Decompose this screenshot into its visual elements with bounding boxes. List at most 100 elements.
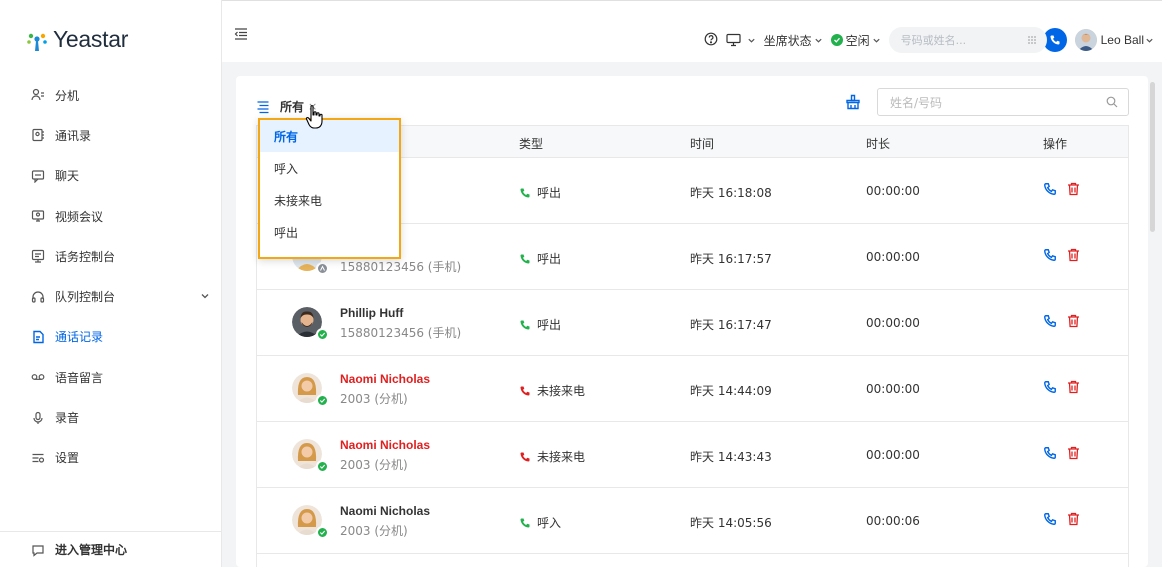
sidebar-item-extension[interactable]: 分机 <box>0 75 222 115</box>
call-type: 未接来电 <box>519 448 585 465</box>
sidebar-item-label: 录音 <box>55 411 80 426</box>
call-type-label: 呼出 <box>537 186 562 200</box>
table-row[interactable]: Phillip Huff 15880123456 (手机) 呼出 昨天 16:1… <box>257 290 1128 356</box>
clear-call-logs-icon[interactable] <box>843 92 863 112</box>
user-name: Leo Ball <box>1100 33 1144 47</box>
missed-call-icon <box>520 452 530 461</box>
filter-icon <box>256 100 270 114</box>
call-type: 呼出 <box>519 184 561 201</box>
delete-icon[interactable] <box>1067 446 1080 460</box>
brand-name: Yeastar <box>53 26 129 52</box>
delete-icon[interactable] <box>1067 182 1080 196</box>
user-avatar[interactable] <box>1074 29 1097 51</box>
chevron-down-icon <box>1145 36 1154 45</box>
call-log-icon <box>31 330 45 344</box>
available-status-icon <box>316 526 329 539</box>
sidebar-item-video-conference[interactable]: 视频会议 <box>0 196 222 236</box>
missed-call-icon <box>520 386 530 395</box>
call-back-icon[interactable] <box>1043 182 1057 196</box>
collapse-sidebar-icon[interactable] <box>234 28 248 43</box>
row-actions <box>1043 248 1090 262</box>
operator-panel-icon <box>31 249 45 263</box>
sidebar-item-operator-panel[interactable]: 话务控制台 <box>0 236 222 276</box>
row-actions <box>1043 512 1090 526</box>
chat-icon <box>31 169 45 183</box>
admin-portal-icon <box>31 543 45 557</box>
user-menu[interactable]: Leo Ball <box>1101 33 1154 47</box>
delete-icon[interactable] <box>1067 380 1080 394</box>
sidebar-item-label: 聊天 <box>55 169 80 184</box>
scrollbar[interactable] <box>1150 82 1155 232</box>
delete-icon[interactable] <box>1067 248 1080 262</box>
sidebar-item-label: 视频会议 <box>55 209 104 224</box>
sidebar-item-recordings[interactable]: 录音 <box>0 397 222 437</box>
delete-icon[interactable] <box>1067 314 1080 328</box>
table-row[interactable]: Naomi Nicholas 2003 (分机) 未接来电 昨天 14:44:0… <box>257 356 1128 422</box>
row-actions <box>1043 314 1090 328</box>
call-type: 呼入 <box>519 514 561 531</box>
top-bar-right: 坐席状态 空闲 号码或姓名... Leo Ball <box>696 27 1154 53</box>
filter-option-inbound[interactable]: 呼入 <box>260 152 399 184</box>
sidebar-item-queue-panel[interactable]: 队列控制台 <box>0 276 222 316</box>
outgoing-call-icon <box>520 254 530 263</box>
contact-number: 2003 (分机) <box>340 524 408 538</box>
sidebar-item-label: 分机 <box>55 88 80 103</box>
sidebar-item-label: 语音留言 <box>55 370 104 385</box>
call-duration: 00:00:00 <box>866 184 920 198</box>
search-input[interactable]: 姓名/号码 <box>877 88 1129 116</box>
call-type-label: 呼出 <box>537 318 562 332</box>
sidebar: Yeastar 分机 通讯录 聊天 视频会议 话务控制台 队列控制台 通话记录 … <box>0 0 222 567</box>
contact-name: Phillip Huff <box>340 306 404 320</box>
filter-option-outbound[interactable]: 呼出 <box>260 216 399 248</box>
sidebar-item-chat[interactable]: 聊天 <box>0 156 222 196</box>
dial-input[interactable]: 号码或姓名... <box>888 27 1047 53</box>
call-back-icon[interactable] <box>1043 512 1057 526</box>
yeastar-logo[interactable]: Yeastar <box>24 26 128 53</box>
presence-label: 空闲 <box>845 33 870 48</box>
device-selector[interactable] <box>725 33 756 47</box>
top-bar: 坐席状态 空闲 号码或姓名... Leo Ball <box>222 0 1162 62</box>
sidebar-item-label: 话务控制台 <box>55 249 116 264</box>
help-icon[interactable] <box>704 32 718 49</box>
call-back-icon[interactable] <box>1043 314 1057 328</box>
headset-icon <box>31 290 45 304</box>
contact-name: Naomi Nicholas <box>340 372 431 386</box>
agent-status-dropdown[interactable]: 坐席状态 <box>764 32 823 49</box>
sidebar-item-settings[interactable]: 设置 <box>0 438 222 478</box>
filter-option-missed[interactable]: 未接来电 <box>260 184 399 216</box>
dial-input-placeholder: 号码或姓名... <box>900 34 967 47</box>
search-icon[interactable] <box>1106 96 1118 111</box>
sidebar-item-voicemail[interactable]: 语音留言 <box>0 357 222 397</box>
header-type: 类型 <box>519 137 544 151</box>
sidebar-item-contacts[interactable]: 通讯录 <box>0 115 222 155</box>
offline-status-icon <box>316 262 329 275</box>
extension-icon <box>31 88 45 102</box>
contact-number: 15880123456 (手机) <box>340 326 462 340</box>
microphone-icon <box>31 411 45 425</box>
presence-dropdown[interactable]: 空闲 <box>830 32 881 49</box>
table-row[interactable]: Naomi Nicholas 2003 (分机) 未接来电 昨天 14:43:4… <box>257 422 1128 488</box>
header-actions: 操作 <box>1043 137 1068 151</box>
call-back-icon[interactable] <box>1043 248 1057 262</box>
chevron-down-icon[interactable] <box>200 290 210 304</box>
desktop-icon <box>725 33 741 47</box>
video-conference-icon <box>31 209 45 223</box>
delete-icon[interactable] <box>1067 512 1080 526</box>
admin-center-label: 进入管理中心 <box>55 543 128 557</box>
header-duration: 时长 <box>866 137 891 151</box>
table-row[interactable]: Naomi Nicholas 2003 (分机) 呼入 昨天 14:05:56 … <box>257 488 1128 554</box>
filter-option-all[interactable]: 所有 <box>260 120 399 152</box>
dialpad-icon[interactable] <box>1027 35 1037 48</box>
call-duration: 00:00:00 <box>866 382 920 396</box>
call-duration: 00:00:00 <box>866 250 920 264</box>
call-time: 昨天 16:18:08 <box>690 186 772 200</box>
admin-center-link[interactable]: 进入管理中心 <box>0 531 222 567</box>
call-back-icon[interactable] <box>1043 380 1057 394</box>
chevron-down-icon <box>814 36 823 45</box>
call-back-icon[interactable] <box>1043 446 1057 460</box>
contact-name: Naomi Nicholas <box>340 438 431 452</box>
outgoing-call-icon <box>520 188 530 197</box>
call-duration: 00:00:00 <box>866 316 920 330</box>
row-actions <box>1043 380 1090 394</box>
sidebar-item-call-log[interactable]: 通话记录 <box>0 317 222 357</box>
